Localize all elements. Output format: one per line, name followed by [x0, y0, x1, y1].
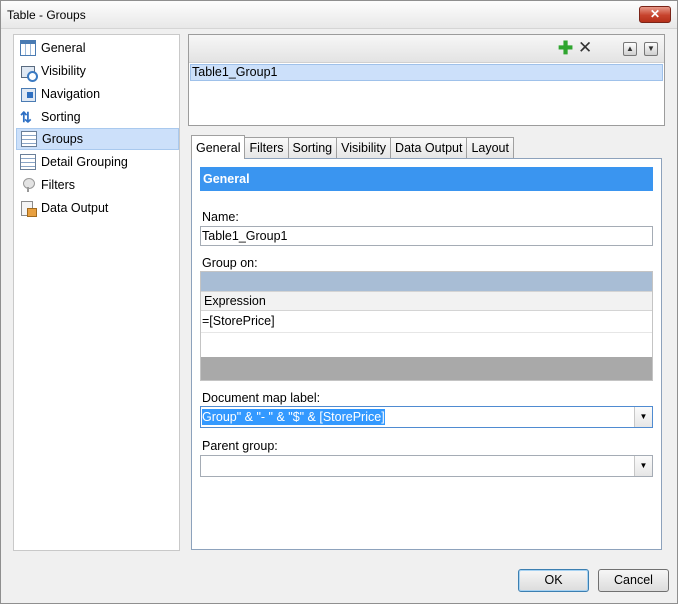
parent-group-combo[interactable]: ▼ — [200, 455, 653, 477]
tab-sorting[interactable]: Sorting — [287, 137, 338, 160]
filter-icon — [20, 177, 36, 193]
nav-item-label: Sorting — [41, 110, 81, 124]
nav-item-filters[interactable]: Filters — [16, 174, 179, 196]
navigation-icon — [20, 86, 36, 102]
move-up-icon[interactable]: ▲ — [623, 42, 637, 56]
close-button[interactable]: ✕ — [639, 6, 671, 23]
group-list-item[interactable]: Table1_Group1 — [190, 64, 663, 81]
move-down-icon[interactable]: ▼ — [644, 42, 658, 56]
tab-filters[interactable]: Filters — [244, 137, 289, 160]
groups-icon — [21, 131, 37, 147]
document-map-label-label: Document map label: — [202, 391, 321, 405]
nav-item-label: Filters — [41, 178, 76, 192]
document-map-label-value[interactable]: Group" & "- " & "$" & [StorePrice] — [202, 409, 385, 425]
tab-visibility[interactable]: Visibility — [336, 137, 392, 160]
name-label: Name: — [202, 210, 239, 224]
grid-footer — [201, 357, 652, 380]
window-title: Table - Groups — [7, 8, 86, 22]
add-group-icon[interactable]: ✚ — [558, 39, 573, 57]
nav-item-label: Detail Grouping — [41, 155, 128, 169]
visibility-icon — [20, 63, 38, 82]
nav-item-visibility[interactable]: Visibility — [16, 60, 179, 82]
section-header: General — [200, 167, 653, 191]
nav-item-label: General — [41, 41, 86, 55]
chevron-down-icon[interactable]: ▼ — [634, 456, 652, 476]
tab-data-output[interactable]: Data Output — [390, 137, 468, 160]
nav-item-general[interactable]: General — [16, 37, 179, 59]
nav-item-label: Visibility — [41, 64, 86, 78]
detail-grouping-icon — [20, 154, 36, 170]
title-bar[interactable]: Table - Groups ✕ — [1, 1, 677, 29]
delete-group-icon[interactable]: ✕ — [578, 39, 592, 57]
nav-item-label: Navigation — [41, 87, 101, 101]
group-expression-grid: Expression =[StorePrice] — [200, 271, 653, 381]
sorting-icon: ⇅ — [20, 109, 32, 125]
dialog-window: Table - Groups ✕ General Visibility Navi… — [0, 0, 678, 604]
nav-item-navigation[interactable]: Navigation — [16, 83, 179, 105]
nav-item-groups[interactable]: Groups — [16, 128, 179, 150]
name-field[interactable]: Table1_Group1 — [200, 226, 653, 246]
table-grid-icon — [20, 40, 36, 56]
tab-layout[interactable]: Layout — [466, 137, 514, 160]
nav-item-sorting[interactable]: ⇅ Sorting — [16, 106, 179, 128]
category-nav: General Visibility Navigation ⇅ Sorting … — [13, 34, 180, 551]
data-output-icon — [20, 200, 37, 217]
group-on-label: Group on: — [202, 256, 258, 270]
group-toolbar: ✚ ✕ ▲ ▼ — [189, 35, 664, 63]
expression-column-label: Expression — [204, 294, 266, 308]
expression-cell[interactable]: =[StorePrice] — [201, 311, 652, 333]
nav-item-label: Groups — [42, 132, 83, 146]
nav-item-data-output[interactable]: Data Output — [16, 197, 179, 219]
tab-general[interactable]: General — [191, 135, 246, 159]
nav-item-detail-grouping[interactable]: Detail Grouping — [16, 151, 179, 173]
parent-group-label: Parent group: — [202, 439, 278, 453]
chevron-down-icon[interactable]: ▼ — [634, 407, 652, 427]
grid-toolbar — [201, 272, 652, 291]
group-list: ✚ ✕ ▲ ▼ Table1_Group1 — [188, 34, 665, 126]
document-map-label-combo[interactable]: Group" & "- " & "$" & [StorePrice] ▼ — [200, 406, 653, 428]
cancel-button[interactable]: Cancel — [598, 569, 669, 592]
expression-column-header[interactable]: Expression — [201, 291, 652, 311]
tab-strip: General Filters Sorting Visibility Data … — [191, 135, 514, 160]
ok-button[interactable]: OK — [518, 569, 589, 592]
nav-item-label: Data Output — [41, 201, 109, 215]
